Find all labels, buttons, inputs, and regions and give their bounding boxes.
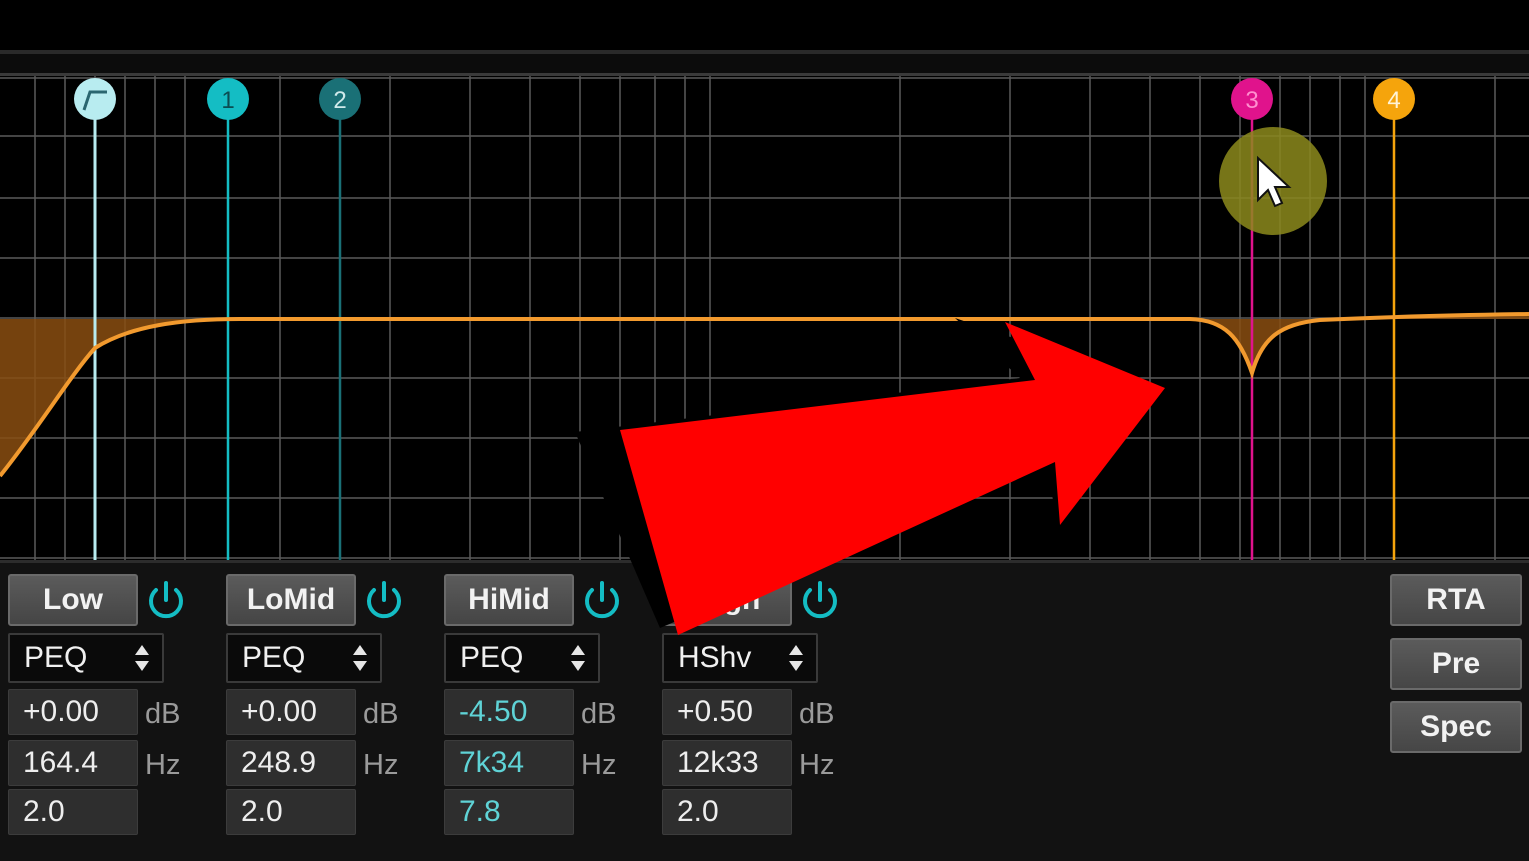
band-low-type-select[interactable]: PEQ xyxy=(8,633,164,683)
node-2[interactable]: 2 xyxy=(319,78,361,120)
gain-unit-label: dB xyxy=(145,698,181,730)
band-himid-type-value: PEQ xyxy=(460,641,524,674)
gain-unit-label: dB xyxy=(799,698,835,730)
eq-plugin-window: 1 2 3 4 Low PEQ +0.00 dB 164.4 Hz 2.0 Lo… xyxy=(0,0,1529,861)
band-lomid-freq-field[interactable]: 248.9 xyxy=(226,740,356,786)
node-4[interactable]: 4 xyxy=(1373,78,1415,120)
header-separator xyxy=(0,50,1529,76)
node-1-label: 1 xyxy=(221,87,234,114)
band-high-q-field[interactable]: 2.0 xyxy=(662,789,792,835)
band-low-q-field[interactable]: 2.0 xyxy=(8,789,138,835)
node-3[interactable]: 3 xyxy=(1231,78,1273,120)
band-lomid-type-select[interactable]: PEQ xyxy=(226,633,382,683)
pre-button[interactable]: Pre xyxy=(1390,638,1522,690)
band-high-freq-field[interactable]: 12k33 xyxy=(662,740,792,786)
updown-arrows-icon xyxy=(353,645,367,671)
band-lomid-type-value: PEQ xyxy=(242,641,306,674)
band-low-gain-field[interactable]: +0.00 xyxy=(8,689,138,735)
spec-button[interactable]: Spec xyxy=(1390,701,1522,753)
band-lomid-gain-field[interactable]: +0.00 xyxy=(226,689,356,735)
band-himid-q-field[interactable]: 7.8 xyxy=(444,789,574,835)
node-1[interactable]: 1 xyxy=(207,78,249,120)
freq-unit-label: Hz xyxy=(145,749,181,781)
top-bar xyxy=(0,0,1529,50)
node-2-label: 2 xyxy=(333,87,346,114)
band-high-type-select[interactable]: HShv xyxy=(662,633,818,683)
node-4-label: 4 xyxy=(1387,87,1400,114)
eq-graph[interactable]: 1 2 3 4 xyxy=(0,76,1529,560)
node-3-label: 3 xyxy=(1245,87,1258,114)
rta-button[interactable]: RTA xyxy=(1390,574,1522,626)
eq-graph-canvas[interactable]: 1 2 3 4 xyxy=(0,76,1529,560)
eq-curve xyxy=(0,312,1529,478)
band-himid-freq-field[interactable]: 7k34 xyxy=(444,740,574,786)
band-high-button[interactable]: High xyxy=(662,574,792,626)
updown-arrows-icon xyxy=(135,645,149,671)
gain-unit-label: dB xyxy=(363,698,399,730)
band-himid-gain-field[interactable]: -4.50 xyxy=(444,689,574,735)
power-icon[interactable] xyxy=(362,579,406,623)
band-low-freq-field[interactable]: 164.4 xyxy=(8,740,138,786)
power-icon[interactable] xyxy=(798,579,842,623)
freq-unit-label: Hz xyxy=(363,749,399,781)
band-high-type-value: HShv xyxy=(678,641,752,674)
updown-arrows-icon xyxy=(789,645,803,671)
band-high-gain-field[interactable]: +0.50 xyxy=(662,689,792,735)
node-hp-filter[interactable] xyxy=(74,78,116,120)
eq-curve-fill xyxy=(0,314,1529,476)
updown-arrows-icon xyxy=(571,645,585,671)
band-himid-type-select[interactable]: PEQ xyxy=(444,633,600,683)
gain-unit-label: dB xyxy=(581,698,617,730)
freq-unit-label: Hz xyxy=(799,749,835,781)
band-low-type-value: PEQ xyxy=(24,641,88,674)
power-icon[interactable] xyxy=(144,579,188,623)
band-low-button[interactable]: Low xyxy=(8,574,138,626)
band-himid-button[interactable]: HiMid xyxy=(444,574,574,626)
band-lomid-q-field[interactable]: 2.0 xyxy=(226,789,356,835)
band-lomid-button[interactable]: LoMid xyxy=(226,574,356,626)
freq-unit-label: Hz xyxy=(581,749,617,781)
power-icon[interactable] xyxy=(580,579,624,623)
